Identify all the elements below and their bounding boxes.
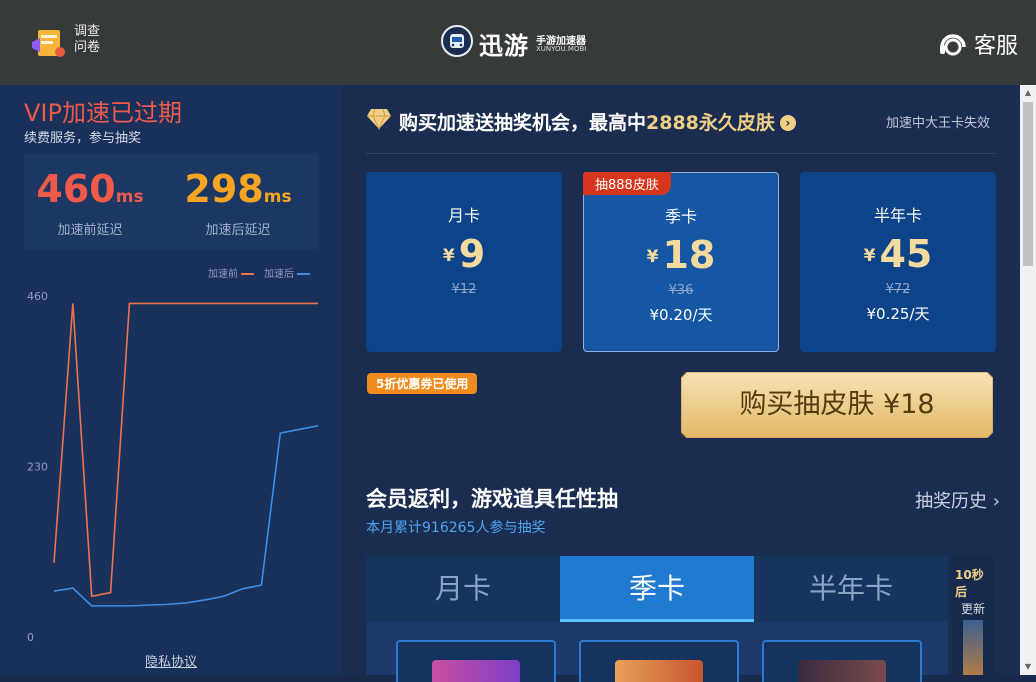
prize-image (432, 660, 520, 682)
plan-card-quarterly[interactable]: 抽888皮肤 季卡 ¥18 ¥36 ¥0.20/天 (583, 172, 779, 352)
legend-after: 加速后 (264, 265, 310, 280)
history-label: 抽奖历史 (915, 491, 988, 512)
legend-after-label: 加速后 (264, 269, 294, 280)
latency-panel: VIP加速已过期 续费服务，参与抽奖 460ms 加速前延迟 298ms 加速后… (0, 85, 342, 675)
promo-highlight: 2888永久皮肤 (646, 112, 775, 134)
plan-price: ¥18 (584, 233, 778, 279)
logo-text: 迅游 (479, 32, 529, 60)
service-label: 客服 (973, 34, 1018, 59)
scroll-up-icon[interactable]: ▲ (1020, 85, 1036, 101)
survey-button[interactable]: 调查 问卷 (30, 24, 110, 62)
refresh-label: 更新 (961, 602, 986, 616)
latency-before-value: 460 (36, 167, 116, 211)
chevron-right-icon: › (992, 491, 1000, 512)
latency-after: 298ms 加速后延迟 (178, 167, 298, 238)
privacy-link[interactable]: 隐私协议 (145, 651, 197, 670)
promo-text[interactable]: 购买加速送抽奖机会，最高中2888永久皮肤 › (399, 108, 796, 135)
plan-name: 半年卡 (873, 206, 922, 225)
prize-card[interactable] (762, 640, 922, 682)
y-tick-label: 0 (27, 631, 34, 644)
promo-banner: 购买加速送抽奖机会，最高中2888永久皮肤 › 加速中大王卡失效 (366, 105, 1006, 135)
buy-button-label: 购买抽皮肤 ¥18 (739, 389, 935, 420)
plan-original-price: ¥12 (451, 282, 477, 297)
plan-per-day: ¥0.20/天 (649, 306, 713, 324)
vip-status-title: VIP加速已过期 (24, 99, 182, 127)
prize-card[interactable] (396, 640, 556, 682)
scroll-down-icon[interactable]: ▼ (1020, 659, 1036, 675)
refresh-countdown: 10秒后 (955, 568, 984, 599)
series-line-after (53, 424, 319, 607)
legend-before: 加速前 (208, 265, 254, 280)
divider (366, 153, 995, 154)
latency-after-value: 298 (184, 167, 264, 211)
plan-currency: ¥ (863, 246, 876, 266)
promo-main-text: 购买加速送抽奖机会，最高中 (399, 112, 647, 134)
prize-card[interactable] (579, 640, 739, 682)
chart-legend: 加速前 加速后 (208, 265, 310, 280)
plan-name: 季卡 (664, 207, 697, 226)
latency-chart: 460 230 0 (27, 290, 319, 644)
logo-icon (441, 25, 473, 57)
plan-per-day: ¥0.25/天 (866, 305, 930, 323)
rebate-tabs: 月卡 季卡 半年卡 (366, 556, 948, 682)
plan-original-price: ¥72 (885, 282, 911, 297)
prize-image (615, 660, 703, 682)
buy-button[interactable]: 购买抽皮肤 ¥18 (681, 372, 993, 438)
legend-before-label: 加速前 (208, 269, 238, 280)
latency-after-caption: 加速后延迟 (205, 223, 271, 238)
plan-name: 月卡 (447, 206, 480, 225)
plan-price: ¥9 (366, 232, 562, 278)
tab-half-year[interactable]: 半年卡 (754, 556, 948, 622)
y-tick-label: 230 (27, 461, 48, 474)
plan-badge: 抽888皮肤 (583, 172, 671, 195)
headset-icon (939, 34, 966, 56)
rebate-subtitle: 本月累计916265人参与抽奖 (366, 520, 546, 536)
customer-service-button[interactable]: 客服 (938, 29, 1018, 59)
plan-card-monthly[interactable]: 月卡 ¥9 ¥12 (366, 172, 562, 352)
diamond-icon (367, 108, 391, 131)
y-tick-label: 460 (27, 290, 48, 303)
promo-note: 加速中大王卡失效 (885, 116, 990, 131)
latency-before-caption: 加速前延迟 (57, 223, 123, 238)
refresh-strip: 10秒后 更新 (953, 556, 994, 675)
survey-icon (32, 30, 65, 57)
purchase-panel: 购买加速送抽奖机会，最高中2888永久皮肤 › 加速中大王卡失效 月卡 ¥9 ¥1… (342, 85, 1020, 682)
plan-price: ¥45 (800, 232, 996, 278)
plan-original-price: ¥36 (668, 283, 694, 298)
latency-before: 460ms 加速前延迟 (30, 167, 150, 238)
survey-label-1: 调查 (74, 24, 101, 39)
preview-thumbnail (963, 620, 983, 675)
plan-price-value: 9 (458, 232, 486, 276)
vip-status-subtitle: 续费服务，参与抽奖 (24, 131, 142, 146)
logo-domain: XUNYOU.MOBI (536, 45, 587, 53)
coupon-badge: 5折优惠券已使用 (367, 373, 478, 394)
plan-price-value: 18 (662, 233, 716, 277)
latency-before-unit: ms (115, 187, 144, 207)
prize-image (798, 660, 886, 682)
tab-quarterly[interactable]: 季卡 (560, 556, 754, 622)
lottery-history-link[interactable]: 抽奖历史 › (915, 487, 1000, 513)
top-bar: 调查 问卷 迅游 手游加速器 XUNYOU.MOBI 客服 (0, 0, 1036, 85)
survey-label-2: 问卷 (74, 40, 101, 55)
plan-card-half-year[interactable]: 半年卡 ¥45 ¥72 ¥0.25/天 (800, 172, 996, 352)
chevron-right-icon: › (779, 115, 796, 131)
scroll-thumb[interactable] (1023, 102, 1033, 266)
app-logo: 迅游 手游加速器 XUNYOU.MOBI (441, 23, 611, 61)
vertical-scrollbar[interactable]: ▲ ▼ (1020, 85, 1036, 675)
latency-after-unit: ms (263, 187, 292, 207)
rebate-title: 会员返利，游戏道具任性抽 (366, 487, 618, 511)
plan-currency: ¥ (442, 246, 455, 266)
plan-price-value: 45 (879, 232, 933, 276)
tab-monthly[interactable]: 月卡 (366, 556, 560, 622)
latency-summary: 460ms 加速前延迟 298ms 加速后延迟 (24, 153, 319, 249)
plan-currency: ¥ (646, 247, 659, 267)
